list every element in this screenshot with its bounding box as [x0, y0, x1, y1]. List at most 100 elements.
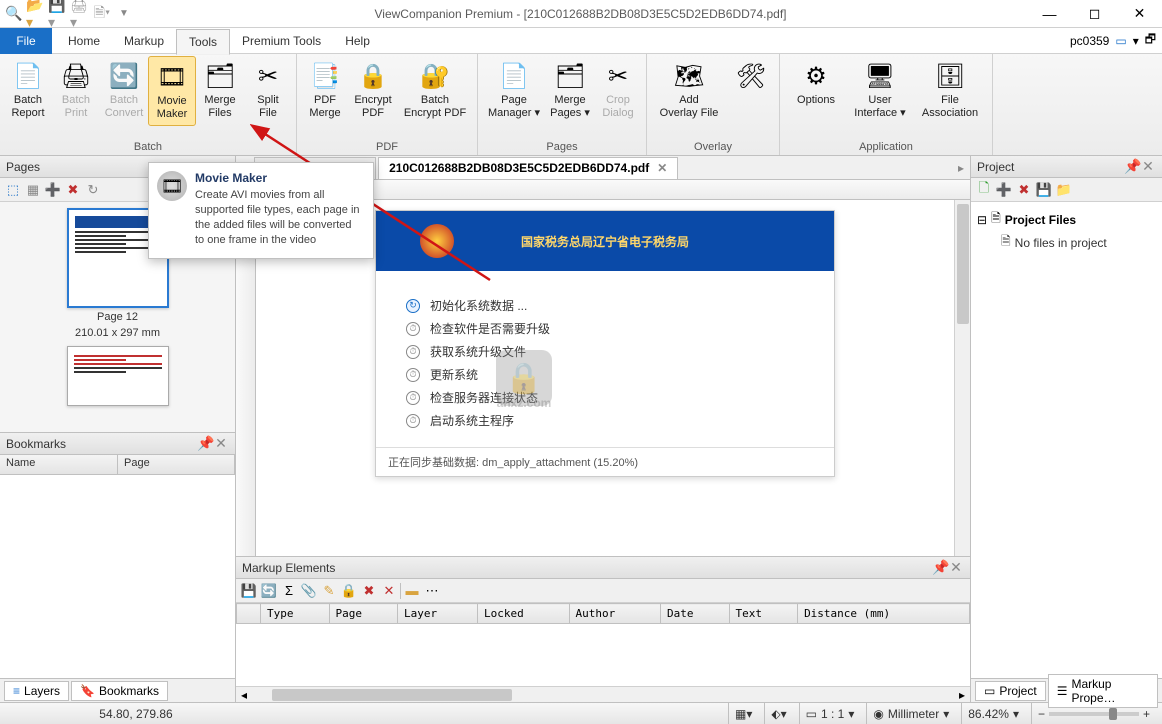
mk-layer-icon[interactable]: ▬	[403, 582, 421, 600]
batch-report-button[interactable]: 📄BatchReport	[4, 56, 52, 124]
status-zoom-slider[interactable]: − +	[1031, 703, 1156, 724]
tab-layers[interactable]: ≡Layers	[4, 681, 69, 701]
doctab-next-icon[interactable]: ▸	[952, 161, 970, 175]
markup-col[interactable]: Distance (mm)	[798, 604, 970, 624]
markup-col[interactable]: Author	[569, 604, 661, 624]
page-step-row: ⏱获取系统升级文件	[406, 343, 804, 360]
encrypt-pdf-button[interactable]: 🔒EncryptPDF	[349, 56, 397, 124]
status-mode2-icon[interactable]: ⬖▾	[764, 703, 792, 724]
page-manager-button[interactable]: 📄PageManager ▾	[482, 56, 546, 124]
thumb-page-next[interactable]	[67, 346, 169, 406]
bookmarks-close-icon[interactable]: ✕	[213, 435, 229, 452]
proj-new-icon[interactable]: 🗋	[975, 181, 993, 199]
markup-pin-icon[interactable]: 📌	[932, 559, 948, 576]
rtab-project[interactable]: ▭Project	[975, 681, 1046, 701]
crop-dialog-button[interactable]: ✂CropDialog	[594, 56, 642, 124]
proj-folder-icon[interactable]: 📁	[1055, 181, 1073, 199]
qat-dropdown-icon[interactable]: ▼	[114, 4, 134, 24]
bookmarks-col-page[interactable]: Page	[118, 455, 235, 474]
markup-col[interactable]: Type	[261, 604, 330, 624]
mk-sum-icon[interactable]: Σ	[280, 582, 298, 600]
layout-icon[interactable]: ▭	[1115, 34, 1126, 48]
scrollbar-horizontal[interactable]: ◂ ▸	[236, 686, 970, 702]
mk-lock-icon[interactable]: 🔒	[340, 582, 358, 600]
qat-open-icon[interactable]: 📂▾	[26, 4, 46, 24]
merge-pages-button[interactable]: 🗂MergePages ▾	[546, 56, 594, 124]
page-step-row: ⏱检查服务器连接状态	[406, 389, 804, 406]
pages-tb-rotate-icon[interactable]: ↻	[84, 181, 102, 199]
crop-dialog-label: CropDialog	[602, 94, 633, 120]
mk-save-icon[interactable]: 💾	[240, 582, 258, 600]
step-icon: ⏱	[406, 414, 420, 428]
statusbar: 54.80, 279.86 ▦▾ ⬖▾ ▭ 1 : 1 ▾ ◉ Millimet…	[0, 702, 1162, 724]
tab-tools[interactable]: Tools	[176, 29, 230, 55]
bookmarks-pin-icon[interactable]: 📌	[197, 435, 213, 452]
status-zoom[interactable]: 86.42% ▾	[961, 703, 1025, 724]
window-icon[interactable]: 🗗	[1145, 30, 1156, 51]
project-pin-icon[interactable]: 📌	[1124, 158, 1140, 175]
tab-home[interactable]: Home	[56, 28, 112, 54]
mk-edit-icon[interactable]: ✎	[320, 582, 338, 600]
mk-delete-icon[interactable]: ✕	[380, 582, 398, 600]
overlay-settings-button[interactable]: 🛠	[727, 56, 775, 96]
rtab-project-label: Project	[999, 684, 1036, 698]
project-close-icon[interactable]: ✕	[1140, 158, 1156, 175]
pdf-merge-button[interactable]: 📑PDFMerge	[301, 56, 349, 124]
banner-text: 国家税务总局辽宁省电子税务局	[521, 233, 689, 250]
markup-col[interactable]: Page	[329, 604, 398, 624]
tab-markup[interactable]: Markup	[112, 28, 176, 54]
batch-encrypt-pdf-button[interactable]: 🔐BatchEncrypt PDF	[397, 56, 473, 124]
split-file-button[interactable]: ✂SplitFile	[244, 56, 292, 124]
pages-tb-prev-icon[interactable]: ⬚	[4, 181, 22, 199]
merge-files-button[interactable]: 🗂MergeFiles	[196, 56, 244, 124]
mk-attach-icon[interactable]: 📎	[300, 582, 318, 600]
status-mode1-icon[interactable]: ▦▾	[728, 703, 758, 724]
close-button[interactable]: ✕	[1117, 0, 1162, 28]
tab-help[interactable]: Help	[333, 28, 382, 54]
maximize-button[interactable]: ◻	[1072, 0, 1117, 28]
qat-zoom-icon[interactable]: 🔍	[4, 4, 24, 24]
expand-icon[interactable]: ▾	[1133, 34, 1139, 48]
scrollbar-vertical[interactable]	[954, 200, 970, 556]
quick-access-toolbar: 🔍 📂▾ 💾▾ 🖨▾ 🗎▾ ▼	[0, 4, 134, 24]
options-button[interactable]: ⚙Options	[784, 56, 848, 111]
pages-tb-thumb-icon[interactable]: ▦	[24, 181, 42, 199]
markup-col[interactable]: Date	[661, 604, 730, 624]
pages-tb-del-icon[interactable]: ✖	[64, 181, 82, 199]
batch-convert-button[interactable]: 🔄BatchConvert	[100, 56, 148, 124]
proj-add-icon[interactable]: ➕	[995, 181, 1013, 199]
qat-print-icon[interactable]: 🖨▾	[70, 4, 90, 24]
minimize-button[interactable]: —	[1027, 0, 1072, 28]
tree-minus-icon[interactable]: ⊟	[977, 213, 987, 227]
batch-print-button[interactable]: 🖨BatchPrint	[52, 56, 100, 124]
mk-tool-icon[interactable]: ✖	[360, 582, 378, 600]
markup-close-icon[interactable]: ✕	[948, 559, 964, 576]
markup-col[interactable]: Text	[729, 604, 798, 624]
mk-more-icon[interactable]: ⋯	[423, 582, 441, 600]
project-root[interactable]: ⊟🗎Project Files	[977, 208, 1156, 231]
file-association-button[interactable]: 🗄FileAssociation	[912, 56, 988, 124]
markup-col[interactable]	[237, 604, 261, 624]
movie-maker-button[interactable]: 🎞MovieMaker	[148, 56, 196, 126]
proj-save-icon[interactable]: 💾	[1035, 181, 1053, 199]
add-overlay-file-button[interactable]: 🗺AddOverlay File	[651, 56, 727, 124]
tab-premium-tools[interactable]: Premium Tools	[230, 28, 333, 54]
qat-save-icon[interactable]: 💾▾	[48, 4, 68, 24]
tab-bookmarks[interactable]: 🔖Bookmarks	[71, 681, 168, 701]
project-header: Project 📌 ✕	[971, 156, 1162, 178]
pages-tb-add-icon[interactable]: ➕	[44, 181, 62, 199]
doctab-close-icon[interactable]: ✕	[657, 161, 667, 175]
proj-del-icon[interactable]: ✖	[1015, 181, 1033, 199]
mk-refresh-icon[interactable]: 🔄	[260, 582, 278, 600]
markup-col[interactable]: Layer	[398, 604, 478, 624]
qat-preview-icon[interactable]: 🗎▾	[92, 4, 112, 24]
status-ratio[interactable]: ▭ 1 : 1 ▾	[799, 703, 861, 724]
markup-col[interactable]: Locked	[478, 604, 570, 624]
bookmarks-col-name[interactable]: Name	[0, 455, 118, 474]
user-interface-button[interactable]: 🖥UserInterface ▾	[848, 56, 912, 124]
status-unit[interactable]: ◉ Millimeter ▾	[866, 703, 955, 724]
file-menu[interactable]: File	[0, 28, 52, 54]
doctab-2[interactable]: 210C012688B2DB08D3E5C5D2EDB6DD74.pdf✕	[378, 157, 678, 179]
tooltip-movie-maker: 🎞 Movie Maker Create AVI movies from all…	[148, 162, 374, 259]
batch-convert-label: BatchConvert	[105, 94, 144, 120]
